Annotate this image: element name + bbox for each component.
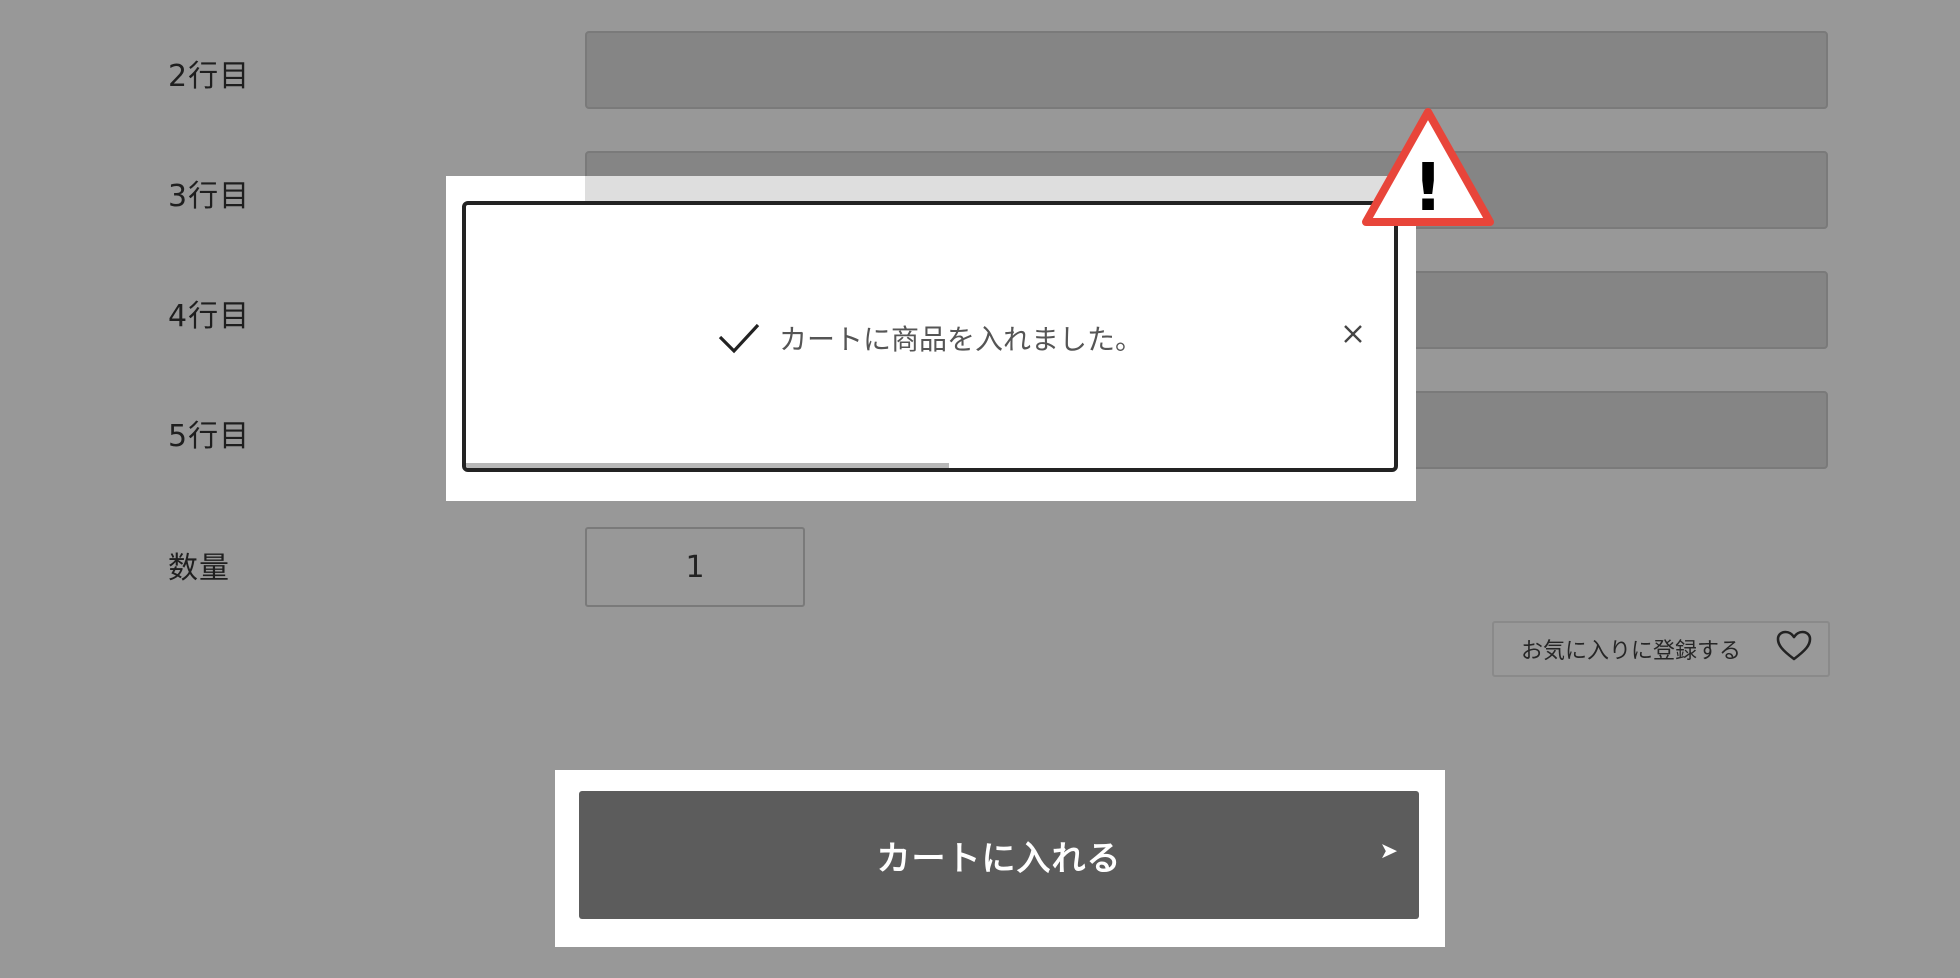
quantity-value: 1 xyxy=(685,549,705,585)
row-label-3: 3行目 xyxy=(168,179,251,214)
cart-button-highlight: カートに入れる ➤ xyxy=(555,770,1445,947)
add-to-cart-button[interactable]: カートに入れる ➤ xyxy=(579,791,1419,919)
cart-toast: カートに商品を入れました。 xyxy=(462,201,1398,472)
add-favorite-button[interactable]: お気に入りに登録する xyxy=(1492,621,1830,677)
toast-progress-bar xyxy=(466,463,949,468)
toast-shade xyxy=(585,176,1416,202)
row-label-4: 4行目 xyxy=(168,299,251,334)
heart-icon xyxy=(1776,630,1812,668)
row-label-5: 5行目 xyxy=(168,419,251,454)
warning-icon: ! xyxy=(1362,108,1494,226)
favorite-label: お気に入りに登録する xyxy=(1521,639,1742,664)
warning-mark: ! xyxy=(1413,149,1443,226)
toast-message-row: カートに商品を入れました。 xyxy=(466,318,1394,358)
check-icon xyxy=(718,323,760,354)
toast-message: カートに商品を入れました。 xyxy=(778,323,1143,356)
quantity-label: 数量 xyxy=(168,551,230,586)
close-icon xyxy=(1344,325,1362,343)
row-label-2: 2行目 xyxy=(168,59,251,94)
arrow-right-icon: ➤ xyxy=(1379,839,1399,864)
toast-close-button[interactable] xyxy=(1342,323,1364,349)
add-to-cart-label: カートに入れる xyxy=(876,838,1122,879)
row-2-input[interactable] xyxy=(585,31,1828,109)
quantity-input[interactable]: 1 xyxy=(585,527,805,607)
